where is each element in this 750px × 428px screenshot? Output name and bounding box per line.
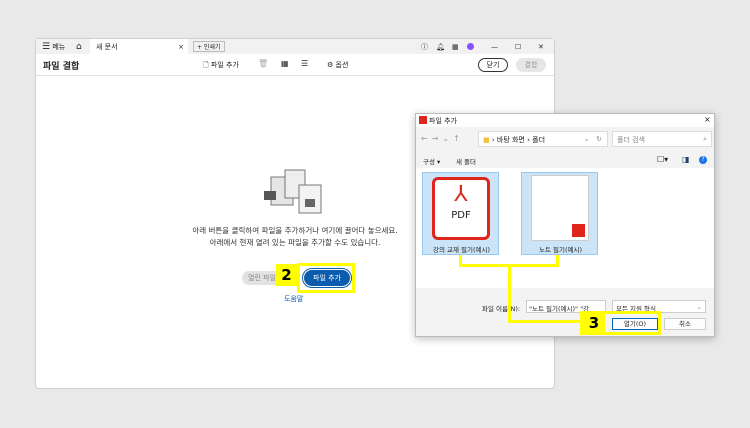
list-view-icon[interactable]: ☰ [301, 59, 308, 68]
highlight-box-2 [297, 263, 355, 293]
close-tab-icon[interactable]: × [178, 43, 184, 51]
organize-menu[interactable]: 구성 ▾ [423, 156, 440, 166]
help-link[interactable]: 도움말 [284, 294, 303, 304]
acrobat-icon [419, 116, 427, 124]
add-file-dialog: 파일 추가 × ←→⌄↑ ■ › 바탕 화면 › 폴더 ⌄ ↻ 폴더 검색 ⌕ 구… [415, 113, 715, 337]
file-item[interactable]: ⅄ PDF 강의 교재 필기(예시) [422, 172, 499, 255]
file-list: ⅄ PDF 강의 교재 필기(예시) 노트 필기(예시) [416, 168, 714, 288]
page-title: 파일 결합 [43, 62, 80, 72]
options-button[interactable]: ⚙ 옵션 [327, 60, 348, 70]
folder-search-input[interactable]: 폴더 검색 ⌕ [612, 131, 712, 147]
close-window-icon[interactable]: ✕ [538, 39, 544, 54]
file-name: 강의 교재 필기(예시) [432, 246, 491, 254]
grid-view-icon[interactable]: ▦ [281, 59, 289, 68]
apps-icon[interactable]: ▦ [452, 39, 459, 54]
new-folder-button[interactable]: 새 폴더 [456, 156, 476, 166]
maximize-icon[interactable]: ☐ [515, 39, 521, 54]
menu-icon: ☰ [42, 41, 51, 52]
avatar[interactable] [467, 43, 474, 50]
document-thumbnail [531, 175, 589, 241]
address-bar[interactable]: ■ › 바탕 화면 › 폴더 ⌄ ↻ [478, 131, 608, 147]
combine-button[interactable]: 결합 [516, 58, 546, 72]
add-file-menu[interactable]: 🗋 파일 추가 [203, 60, 239, 72]
bell-icon[interactable]: 🔔︎ [436, 39, 445, 54]
add-file-icon: 🗋 [203, 61, 209, 69]
home-icon[interactable]: ⌂ [76, 39, 82, 54]
help-icon[interactable]: ? [699, 156, 707, 164]
cancel-button[interactable]: 취소 [664, 318, 706, 330]
tab-bar: ☰ 메뉴 ⌂ 새 문서 × + 인쇄기 ⓘ 🔔︎ ▦ — ☐ ✕ [36, 39, 554, 54]
menu-button[interactable]: ☰ 메뉴 [42, 39, 65, 54]
filename-label: 파일 이름(N): [482, 305, 521, 313]
tab-new-document[interactable]: 새 문서 × [90, 39, 188, 54]
gear-icon: ⚙ [327, 61, 334, 69]
pdf-thumbnail: ⅄ PDF [432, 177, 490, 240]
search-icon: ⌕ [703, 135, 707, 143]
files-illustration-icon [264, 169, 322, 214]
dialog-title: 파일 추가 [429, 117, 457, 125]
delete-icon[interactable]: 🗑︎ [258, 59, 268, 68]
preview-pane-icon[interactable]: ◨ [682, 155, 690, 164]
file-name: 노트 필기(예시) [538, 246, 583, 254]
view-icon[interactable]: ☐▾ [657, 155, 668, 164]
toolbar: 파일 결합 🗋 파일 추가 🗑︎ ▦ ☰ ⚙ 옵션 닫기 결합 [36, 54, 554, 76]
close-button[interactable]: 닫기 [478, 58, 508, 72]
step-3-label: 3 [583, 313, 605, 333]
new-tab-button[interactable]: + 인쇄기 [193, 41, 225, 52]
connector-line [508, 320, 583, 323]
file-item[interactable]: 노트 필기(예시) [521, 172, 598, 255]
step-2-label: 2 [276, 264, 297, 286]
nav-arrows[interactable]: ←→⌄↑ [421, 134, 464, 143]
help-icon[interactable]: ⓘ [421, 39, 428, 54]
dialog-close-icon[interactable]: × [704, 115, 711, 124]
connector-line [508, 264, 511, 323]
minimize-icon[interactable]: — [491, 39, 498, 54]
